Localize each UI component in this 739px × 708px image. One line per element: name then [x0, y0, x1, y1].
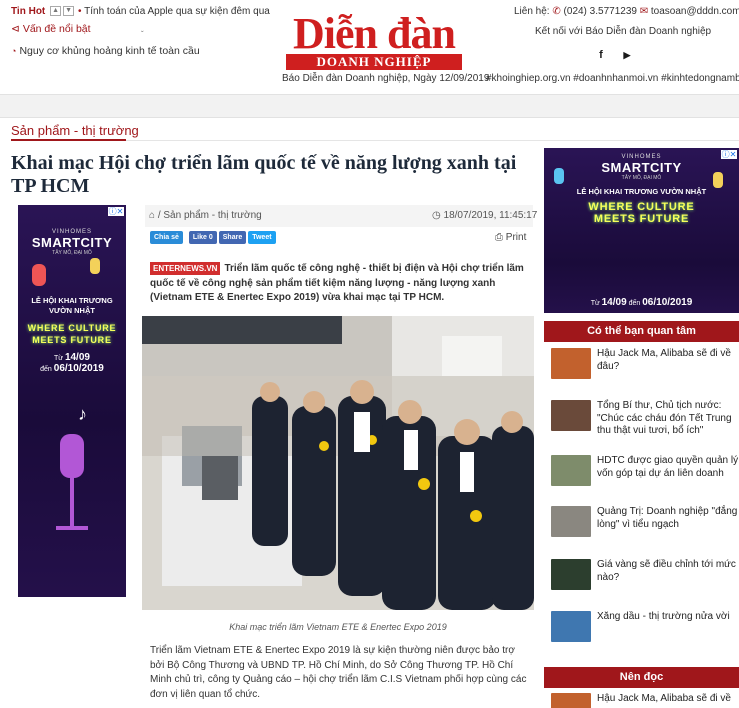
ad-close-icon[interactable]: ⓘ✕	[721, 150, 737, 159]
phone-icon: ✆	[552, 6, 561, 17]
prev-arrow-icon[interactable]: ▲	[50, 6, 62, 17]
lantern-decoration	[554, 168, 564, 184]
mail-icon: ✉	[639, 6, 649, 17]
source-badge: ENTERNEWS.VN	[150, 262, 221, 275]
recommended-section-title: Nên đọc	[544, 667, 739, 688]
article-lead: ENTERNEWS.VN Triển lãm quốc tế công nghệ …	[150, 262, 524, 303]
site-logo[interactable]: Diễn đàn DOANH NGHIỆP	[286, 12, 462, 70]
facebook-icon[interactable]: f	[592, 46, 610, 64]
publish-time: ◷ 18/07/2019, 11:45:17	[432, 210, 538, 221]
article-photo[interactable]	[142, 316, 534, 610]
hot-news-bar	[0, 94, 739, 118]
ad-illustration: ♪	[18, 374, 126, 554]
partner-tags[interactable]: #khoinghiep.org.vn #doanhnhanmoi.vn #kin…	[486, 73, 739, 84]
related-item[interactable]: Xăng dầu - thị trường nửa vời	[551, 611, 739, 642]
social-connect: Kết nối với Báo Diễn đàn Doanh nghiệp f …	[535, 26, 711, 64]
related-item[interactable]: HDTC được giao quyền quản lý vốn góp tại…	[551, 455, 739, 486]
date-line: Báo Diễn đàn Doanh nghiệp, Ngày 12/09/20…	[282, 73, 490, 84]
thumbnail	[551, 693, 591, 708]
header-left-links: ⊲ Vấn đề nổi bật ◔ Nguy cơ khủng hoảng kin…	[11, 18, 200, 62]
thumbnail	[551, 348, 591, 379]
connect-text: Kết nối với Báo Diễn đàn Doanh nghiệp	[535, 26, 712, 37]
zalo-share-button[interactable]: Chia sẻ	[150, 231, 183, 244]
category-underline	[11, 139, 126, 141]
related-section-title: Có thể bạn quan tâm	[544, 321, 739, 342]
bullet-icon: •	[78, 6, 82, 17]
right-banner-ad[interactable]: ⓘ✕ VINHOMES SMARTCITY TÂY MỖ, ĐẠI MỖ LỄ …	[544, 148, 739, 313]
clock-icon: ◷	[432, 210, 441, 221]
printer-icon: ⎙	[495, 232, 503, 243]
thumbnail	[551, 506, 591, 537]
megaphone-icon: ⊲	[11, 23, 20, 35]
lantern-decoration	[18, 256, 126, 296]
thumbnail	[551, 611, 591, 642]
category-link[interactable]: Sản phẩm - thị trường	[11, 123, 139, 138]
thumbnail	[551, 400, 591, 431]
article-body: Triển lãm Vietnam ETE & Enertec Expo 201…	[150, 645, 527, 700]
dropdown-caret-icon[interactable]: ˇ	[141, 30, 144, 39]
featured-topic-link[interactable]: ◔ Nguy cơ khủng hoảng kinh tế toàn cầu	[11, 40, 200, 62]
recommended-item[interactable]: Hậu Jack Ma, Alibaba sẽ đi về	[551, 693, 739, 708]
share-bar: Chia sẻ Like 0 Share Tweet	[150, 231, 276, 244]
lantern-decoration	[713, 172, 723, 188]
related-item[interactable]: Tổng Bí thư, Chủ tịch nước: "Chúc các ch…	[551, 400, 739, 438]
facebook-like-button[interactable]: Like 0	[188, 231, 217, 244]
contact-info: Liên hệ: ✆ (024) 3.5771239 ✉ toasoan@ddd…	[514, 6, 739, 17]
thumbnail	[551, 559, 591, 590]
article-title: Khai mạc Hội chợ triển lãm quốc tế về nă…	[11, 152, 517, 197]
expo-opening-photo	[142, 316, 534, 610]
print-button[interactable]: ⎙ Print	[495, 232, 526, 243]
ad-close-icon[interactable]: ⓘ✕	[108, 207, 124, 216]
home-icon[interactable]: ⌂	[149, 210, 155, 221]
hot-label: Tin Hot ▲ ▼	[11, 6, 75, 17]
thumbnail	[551, 455, 591, 486]
related-item[interactable]: Quảng Trị: Doanh nghiệp "đắng lòng" vì t…	[551, 506, 739, 537]
left-banner-ad[interactable]: ⓘ✕ VINHOMES SMARTCITY TÂY MỖ, ĐẠI MỖ LỄ …	[18, 205, 126, 597]
hot-news-item[interactable]: • Tính toán của Apple qua sự kiện đêm qu…	[78, 6, 270, 17]
youtube-icon[interactable]: ▶	[618, 46, 636, 64]
rss-icon: ◔	[11, 46, 17, 56]
related-item[interactable]: Hậu Jack Ma, Alibaba sẽ đi về đâu?	[551, 348, 739, 379]
facebook-share-button[interactable]: Share	[218, 231, 247, 244]
related-item[interactable]: Giá vàng sẽ điều chỉnh tới mức nào?	[551, 559, 739, 590]
next-arrow-icon[interactable]: ▼	[63, 6, 75, 17]
photo-caption: Khai mạc triển lãm Vietnam ETE & Enertec…	[229, 622, 447, 632]
tweet-button[interactable]: Tweet	[248, 231, 276, 244]
breadcrumb: ⌂ / Sản phẩm - thị trường	[149, 210, 262, 221]
featured-issues-link[interactable]: ⊲ Vấn đề nổi bật	[11, 18, 200, 40]
